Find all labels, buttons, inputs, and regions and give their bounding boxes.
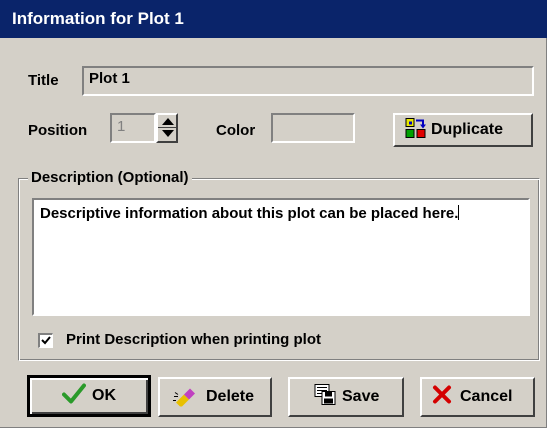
spin-down-arrow-icon[interactable]: [162, 130, 174, 137]
checkmark-icon: [41, 336, 51, 345]
position-spinner[interactable]: [156, 113, 178, 143]
title-label: Title: [28, 72, 59, 89]
save-button-label: Save: [342, 388, 380, 405]
delete-button[interactable]: Delete: [158, 377, 272, 417]
cancel-button-label: Cancel: [460, 388, 513, 405]
color-swatch[interactable]: [271, 113, 355, 143]
duplicate-button-label: Duplicate: [431, 121, 504, 138]
duplicate-button[interactable]: Duplicate: [393, 113, 533, 147]
ok-button[interactable]: OK: [27, 375, 151, 417]
cancel-button[interactable]: Cancel: [420, 377, 535, 417]
save-button[interactable]: Save: [288, 377, 404, 417]
print-description-label[interactable]: Print Description when printing plot: [66, 331, 321, 348]
delete-button-label: Delete: [206, 388, 255, 405]
spin-up-arrow-icon[interactable]: [162, 118, 174, 125]
ok-check-icon: [62, 383, 86, 410]
window-title: Information for Plot 1: [0, 0, 547, 38]
cancel-x-icon: [432, 385, 452, 410]
text-caret: [458, 205, 460, 220]
color-label: Color: [216, 122, 256, 139]
dialog-window: Information for Plot 1 Title Plot 1 Posi…: [0, 0, 547, 428]
description-textarea[interactable]: Descriptive information about this plot …: [32, 198, 530, 316]
position-value: 1: [117, 118, 126, 135]
save-icon: [314, 384, 336, 411]
position-label: Position: [28, 122, 88, 139]
description-group-title: Description (Optional): [28, 169, 192, 186]
title-field[interactable]: Plot 1: [82, 66, 534, 96]
title-field-value: Plot 1: [89, 70, 130, 87]
description-text: Descriptive information about this plot …: [40, 205, 459, 222]
eraser-icon: [172, 383, 196, 412]
spin-divider: [158, 127, 176, 128]
duplicate-icon: [405, 117, 427, 144]
position-input[interactable]: 1: [110, 113, 156, 143]
print-description-checkbox[interactable]: [38, 333, 53, 348]
ok-button-label: OK: [92, 387, 116, 404]
